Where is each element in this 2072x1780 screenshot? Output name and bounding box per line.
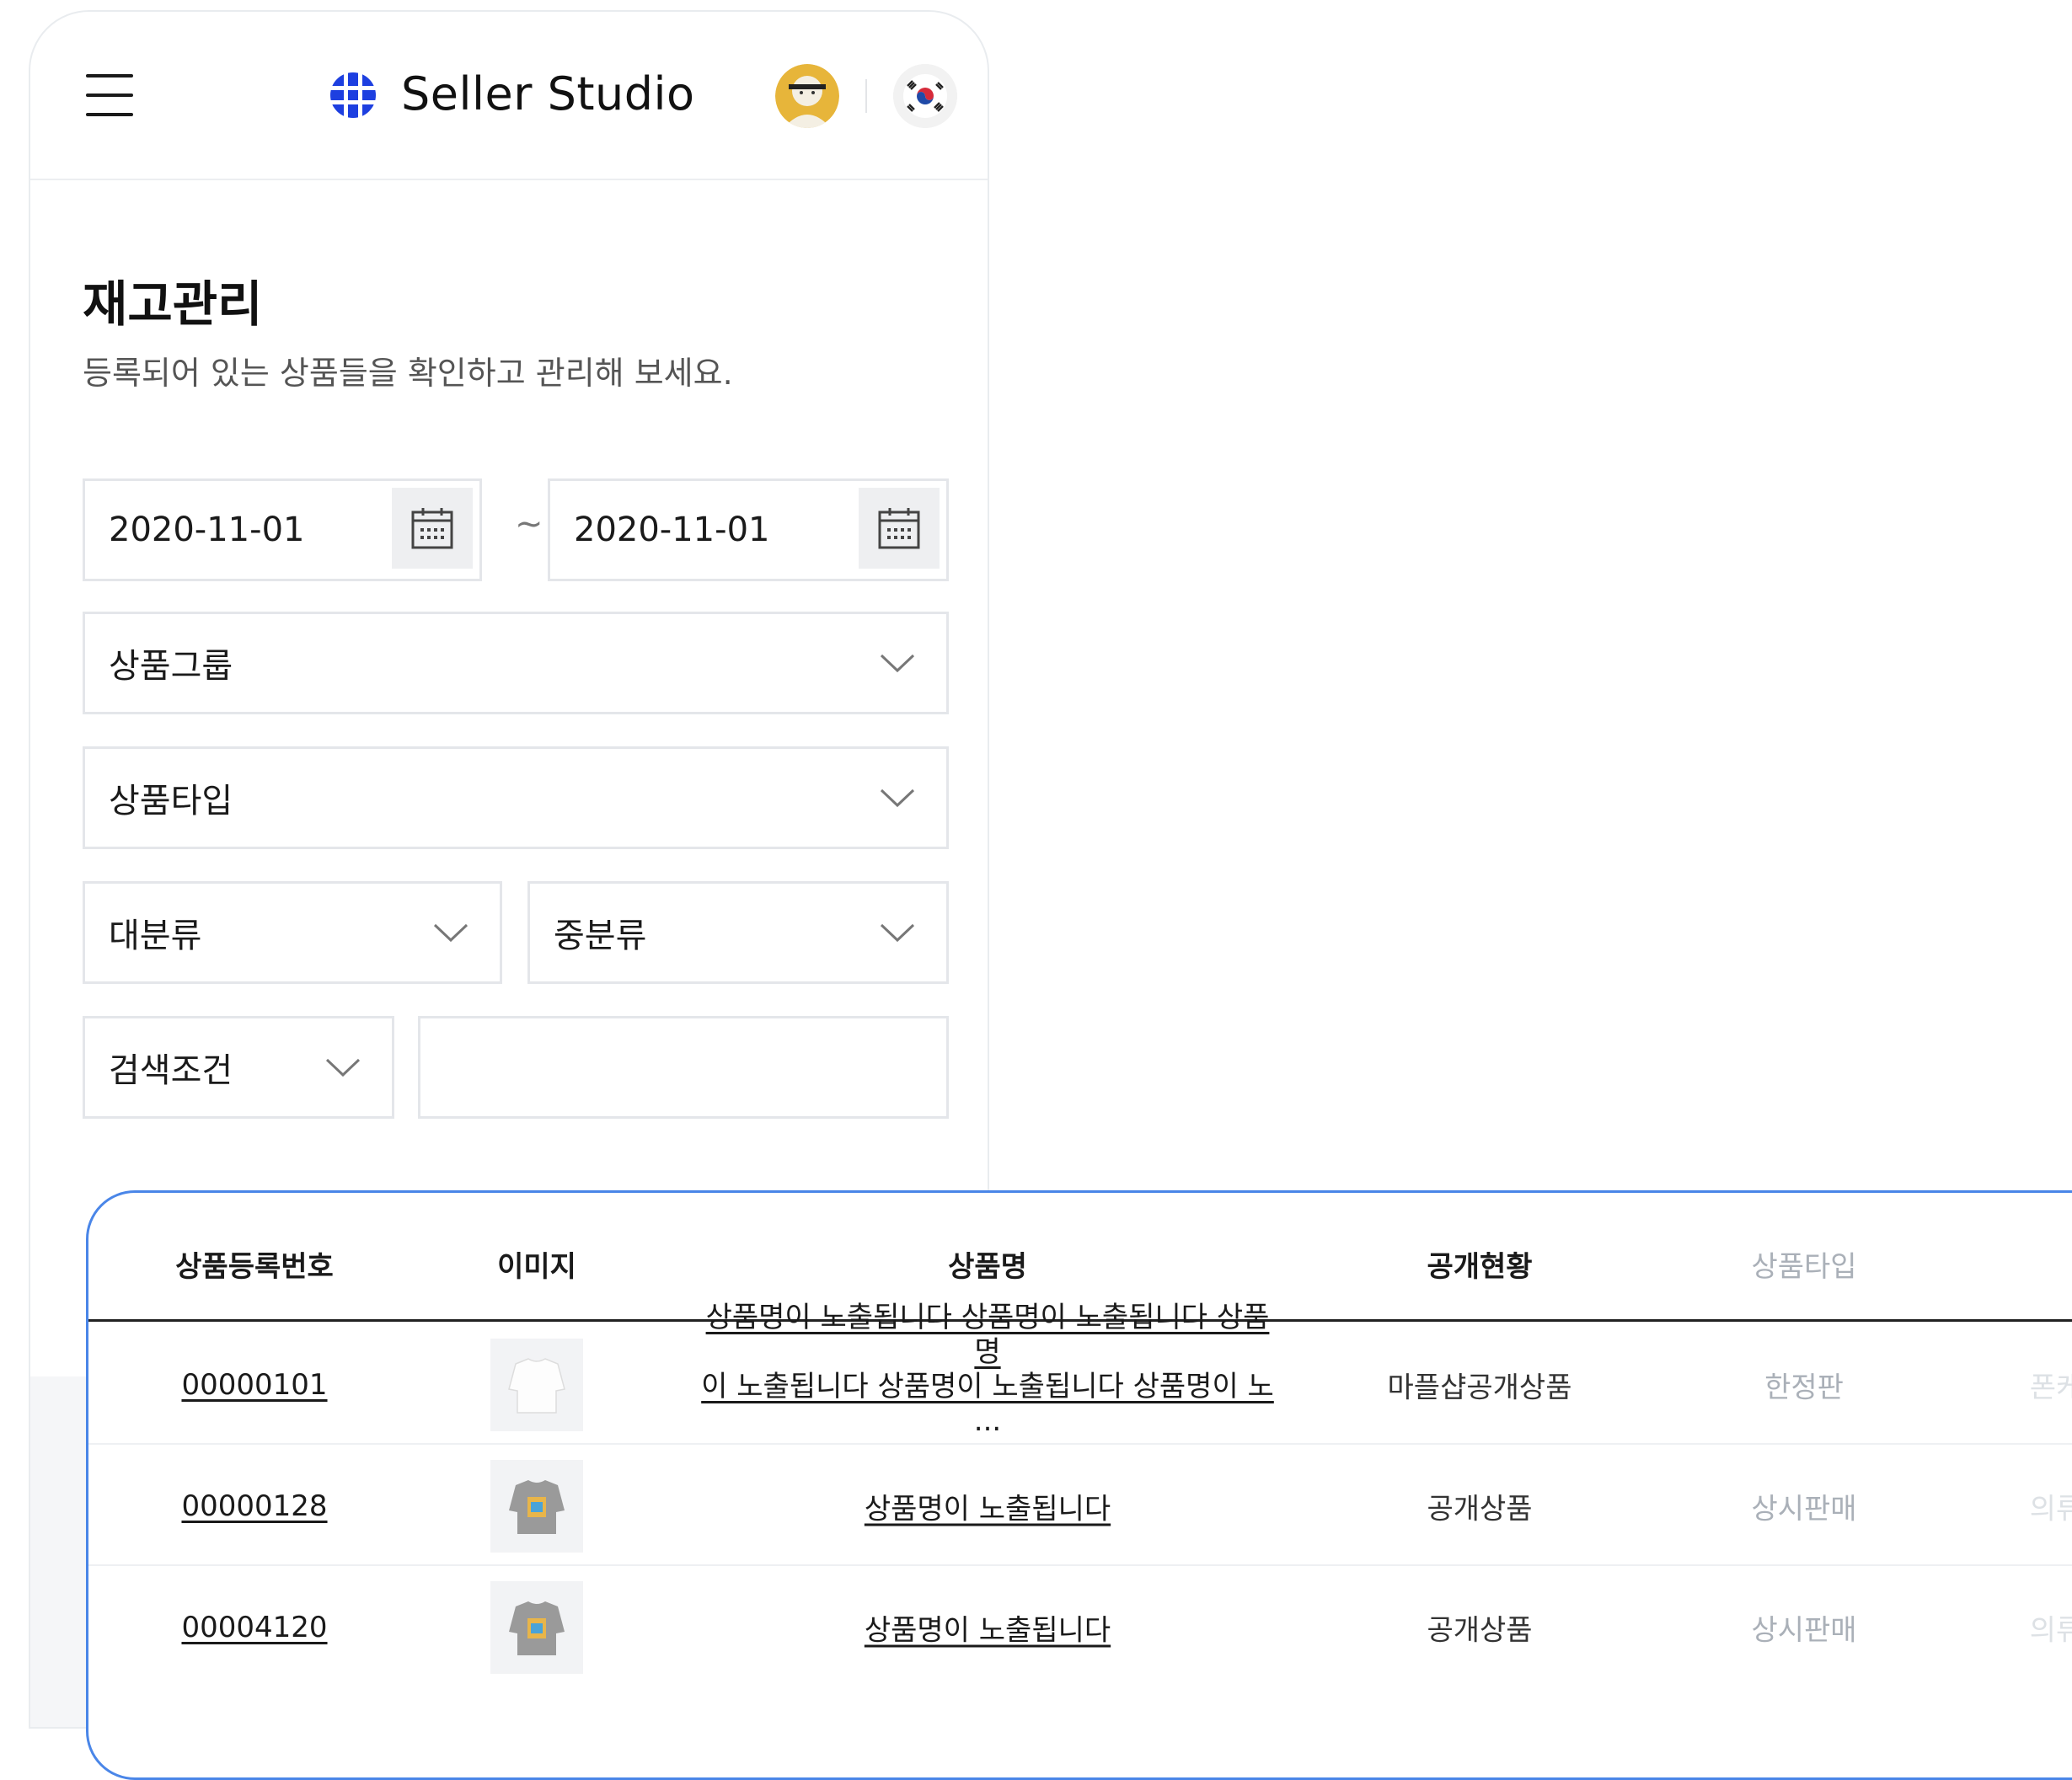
product-name-line-1[interactable]: 상품명이 노출됩니다 상품명이 노출됩니다 상품명: [706, 1301, 1270, 1369]
product-thumbnail: [490, 1339, 583, 1431]
search-condition-label: 검색조건: [109, 1051, 233, 1090]
product-name-line-2[interactable]: 이 노출됩니다 상품명이 노출됩니다 상품명이 노: [701, 1370, 1274, 1403]
category-middle-select[interactable]: 중분류: [527, 881, 949, 984]
date-from-calendar-button[interactable]: [392, 488, 473, 569]
date-from-field[interactable]: 2020-11-01: [83, 478, 482, 581]
product-name-link[interactable]: 상품명이 노출됩니다: [865, 1486, 1111, 1527]
chevron-down-icon: [325, 1058, 361, 1077]
date-from-value: 2020-11-01: [109, 510, 305, 549]
product-name-ellipsis: ...: [973, 1404, 1002, 1438]
header-divider: [865, 79, 867, 113]
app-header: Seller Studio: [30, 12, 988, 180]
chevron-down-icon: [880, 654, 915, 673]
column-header-image: 이미지: [497, 1250, 576, 1284]
product-id-link[interactable]: 00000128: [181, 1489, 327, 1523]
product-type-label: 상품타입: [109, 782, 233, 821]
korea-flag-icon[interactable]: [893, 64, 957, 128]
date-to-calendar-button[interactable]: [859, 488, 940, 569]
category-major-label: 대분류: [109, 917, 202, 955]
chevron-down-icon: [433, 923, 468, 943]
page-title: 재고관리: [83, 275, 263, 333]
category-middle-label: 중분류: [554, 917, 647, 955]
row-divider: [88, 1443, 2072, 1445]
product-type: 한정판: [1764, 1371, 1844, 1405]
column-header-name: 상품명: [948, 1250, 1027, 1284]
row-divider: [88, 1564, 2072, 1566]
hamburger-icon[interactable]: [86, 74, 133, 116]
page-description: 등록되어 있는 상품들을 확인하고 관리해 보세요.: [83, 355, 733, 392]
search-input[interactable]: [418, 1016, 949, 1119]
visibility-status: 마플샵공개상품: [1387, 1371, 1572, 1405]
calendar-icon: [878, 508, 920, 549]
product-type: 상시판매: [1751, 1613, 1857, 1648]
calendar-icon: [411, 508, 453, 549]
date-to-value: 2020-11-01: [574, 510, 770, 549]
visibility-status: 공개상품: [1427, 1613, 1533, 1648]
chevron-down-icon: [880, 923, 915, 943]
visibility-status: 공개상품: [1427, 1492, 1533, 1526]
category-major-select[interactable]: 대분류: [83, 881, 502, 984]
search-condition-select[interactable]: 검색조건: [83, 1016, 394, 1119]
product-id-link[interactable]: 00004120: [181, 1611, 327, 1644]
product-group-label: 상품그룹: [109, 647, 233, 686]
product-name-link[interactable]: 상품명이 노출됩니다: [865, 1607, 1111, 1649]
product-thumbnail: [490, 1581, 583, 1674]
globe-grid-icon: [329, 71, 377, 120]
column-header-status: 공개현황: [1427, 1250, 1533, 1284]
product-group-select[interactable]: 상품그룹: [83, 612, 949, 714]
product-category: 의류: [2029, 1613, 2072, 1648]
date-to-field[interactable]: 2020-11-01: [548, 478, 949, 581]
user-avatar[interactable]: [775, 64, 839, 128]
chevron-down-icon: [880, 788, 915, 808]
product-category: 의류: [2029, 1492, 2072, 1526]
product-thumbnail: [490, 1460, 583, 1553]
product-type-select[interactable]: 상품타입: [83, 746, 949, 849]
brand-title: Seller Studio: [401, 67, 695, 120]
inventory-table: 상품등록번호 이미지 상품명 공개현황 상품타입 00000101 상품명이 노…: [86, 1190, 2072, 1780]
date-range-separator: ~: [515, 505, 543, 543]
product-type: 상시판매: [1751, 1492, 1857, 1526]
column-header-id: 상품등록번호: [175, 1250, 334, 1284]
product-category: 폰케: [2029, 1371, 2072, 1405]
product-id-link[interactable]: 00000101: [181, 1368, 327, 1402]
product-name-link[interactable]: 상품명이 노출됩니다 상품명이 노출됩니다 상품명 이 노출됩니다 상품명이 노…: [701, 1301, 1274, 1438]
column-header-type: 상품타입: [1751, 1250, 1857, 1284]
